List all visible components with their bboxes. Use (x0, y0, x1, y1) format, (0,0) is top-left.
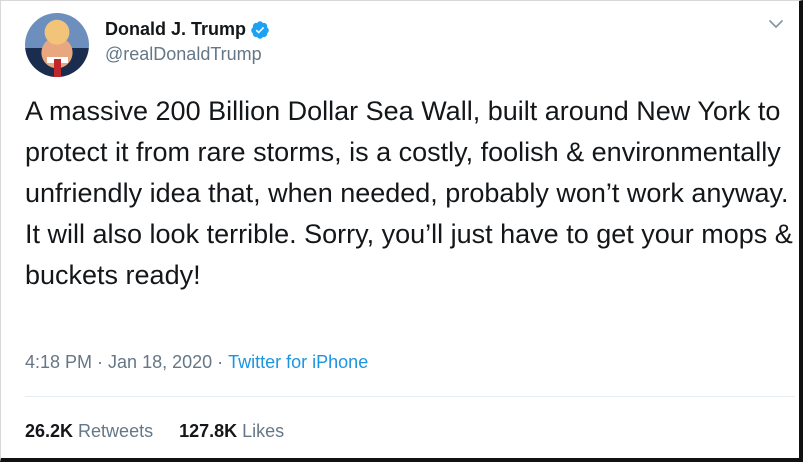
likes-count: 127.8K (179, 421, 238, 441)
meta-separator: · (97, 352, 104, 372)
tweet-time[interactable]: 4:18 PM (25, 352, 92, 373)
verified-badge-icon (250, 20, 270, 40)
author-name-row: Donald J. Trump (105, 19, 270, 40)
chevron-down-icon[interactable] (767, 15, 785, 33)
retweets-count: 26.2K (25, 421, 74, 441)
tweet-text: A massive 200 Billion Dollar Sea Wall, b… (25, 96, 793, 290)
author-block: Donald J. Trump @realDonaldTrump (105, 19, 270, 65)
tweet-source-link[interactable]: Twitter for iPhone (228, 352, 368, 373)
tweet-meta: 4:18 PM · Jan 18, 2020 · Twitter for iPh… (25, 352, 368, 373)
handle[interactable]: @realDonaldTrump (105, 44, 270, 65)
tweet-card: Donald J. Trump @realDonaldTrump A massi… (0, 0, 803, 462)
avatar-tie (54, 59, 61, 77)
retweets-stat[interactable]: 26.2K Retweets (25, 421, 153, 442)
divider (25, 396, 795, 397)
likes-stat[interactable]: 127.8K Likes (179, 421, 284, 442)
tweet-header: Donald J. Trump @realDonaldTrump (25, 13, 785, 77)
tweet-date[interactable]: Jan 18, 2020 (108, 352, 212, 373)
avatar[interactable] (25, 13, 89, 77)
display-name[interactable]: Donald J. Trump (105, 19, 246, 40)
likes-label: Likes (242, 421, 285, 441)
retweets-label: Retweets (78, 421, 154, 441)
tweet-stats: 26.2K Retweets 127.8K Likes (25, 421, 284, 442)
meta-separator-2: · (217, 352, 224, 372)
